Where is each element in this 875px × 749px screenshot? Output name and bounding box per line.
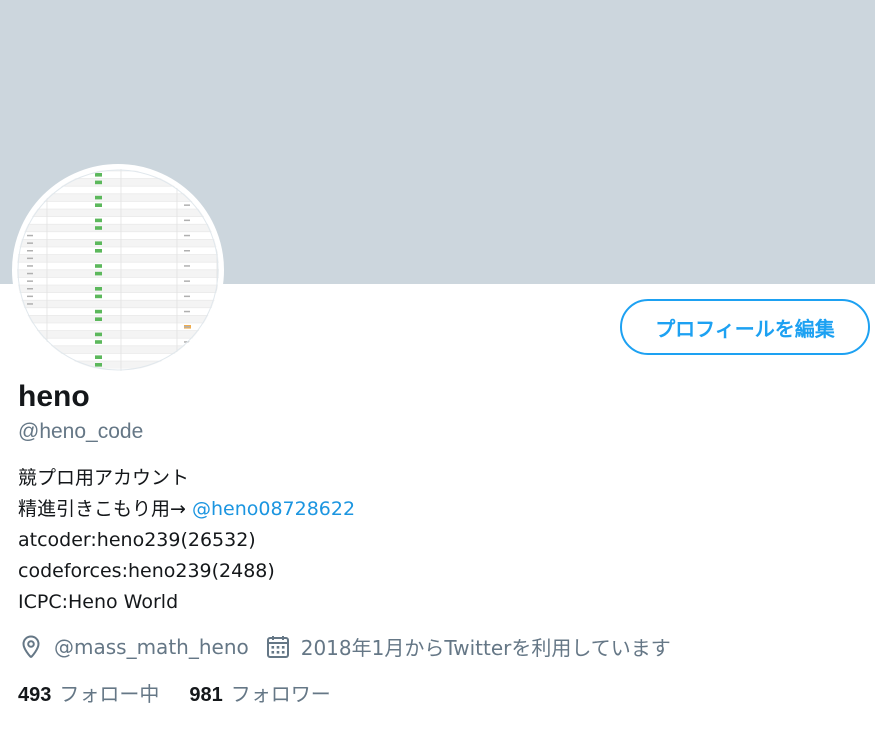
bio-line-text: 精進引きこもり用→ — [18, 498, 192, 520]
profile-stats: 493 フォロー中 981 フォロワー — [18, 678, 331, 707]
avatar-image — [17, 169, 219, 371]
bio-line: 競プロ用アカウント — [18, 467, 190, 489]
bio-line: 精進引きこもり用→ @heno08728622 — [18, 494, 355, 525]
profile-bio: 競プロ用アカウント 精進引きこもり用→ @heno08728622 atcode… — [18, 463, 355, 618]
followers-label: フォロワー — [230, 682, 331, 706]
followers-stat[interactable]: 981 フォロワー — [189, 678, 330, 707]
bio-line: atcoder:heno239(26532) — [18, 529, 256, 551]
joined-date: 2018年1月からTwitterを利用しています — [300, 636, 671, 660]
following-count: 493 — [18, 684, 52, 706]
joined-item: 2018年1月からTwitterを利用しています — [265, 632, 671, 661]
calendar-icon — [265, 634, 291, 660]
location-link[interactable]: @mass_math_heno — [54, 635, 249, 659]
bio-line: codeforces:heno239(2488) — [18, 560, 275, 582]
user-handle: @heno_code — [18, 420, 144, 443]
following-stat[interactable]: 493 フォロー中 — [18, 678, 159, 707]
location-item: @mass_math_heno — [18, 634, 249, 660]
profile-meta: @mass_math_heno 2018年1月からTwitterを利用しています — [18, 632, 671, 661]
followers-count: 981 — [189, 684, 223, 706]
avatar[interactable] — [12, 164, 224, 376]
bio-mention-link[interactable]: @heno08728622 — [192, 498, 355, 520]
location-pin-icon — [18, 634, 44, 660]
following-label: フォロー中 — [59, 682, 160, 706]
display-name: heno — [18, 380, 90, 413]
bio-line: ICPC:Heno World — [18, 591, 179, 613]
edit-profile-button[interactable]: プロフィールを編集 — [620, 299, 870, 355]
